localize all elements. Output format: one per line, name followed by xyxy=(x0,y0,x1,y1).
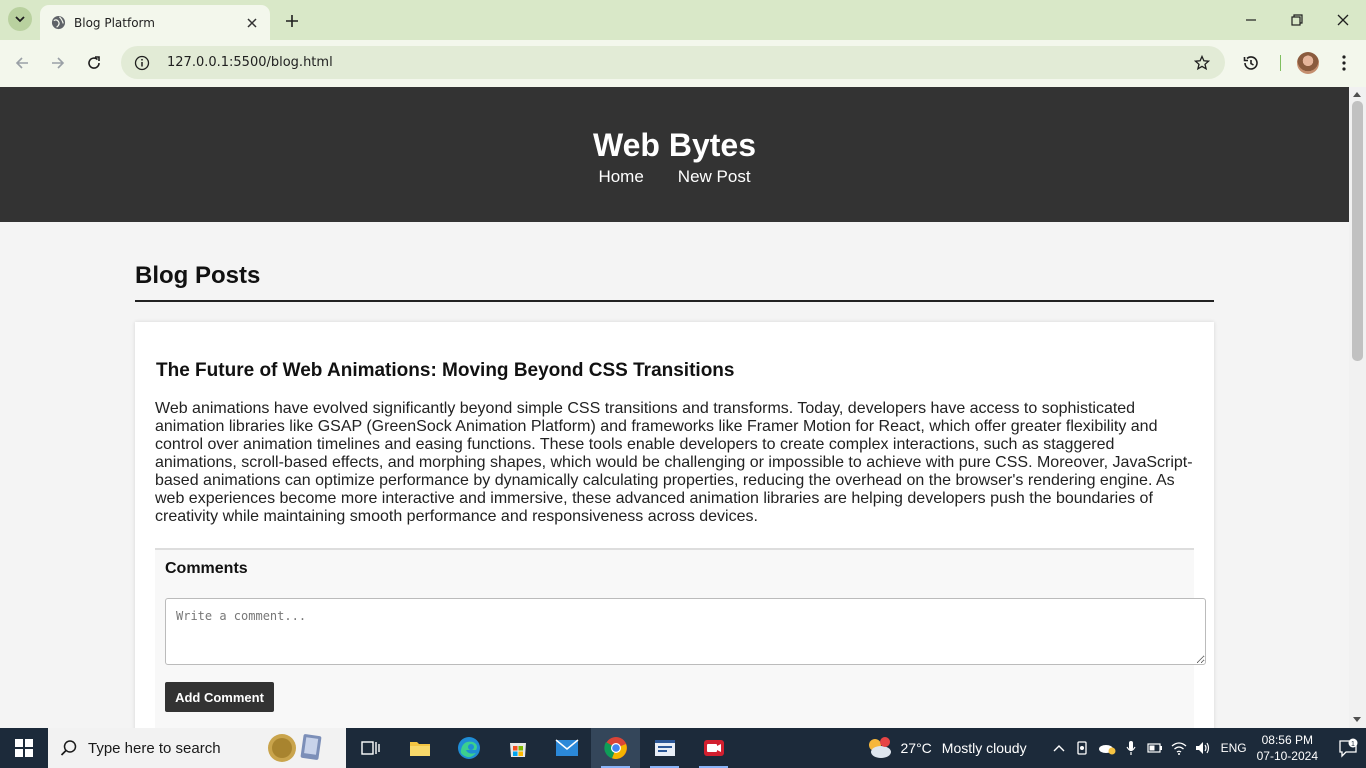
site-title: Web Bytes xyxy=(592,127,756,163)
more-vertical-icon xyxy=(1342,55,1346,71)
section-title: Blog Posts xyxy=(135,262,1214,302)
browser-toolbar: 127.0.0.1:5500/blog.html xyxy=(0,40,1366,87)
arrow-left-icon xyxy=(15,57,28,69)
comments-title: Comments xyxy=(165,560,248,577)
windows-logo-icon xyxy=(15,739,33,757)
close-window-button[interactable] xyxy=(1320,6,1366,34)
history-icon xyxy=(1243,56,1258,70)
edge-icon xyxy=(457,737,480,759)
meet-now-icon[interactable] xyxy=(1071,728,1095,768)
scroll-down-arrow-icon[interactable] xyxy=(1353,717,1361,722)
scrollbar-thumb[interactable] xyxy=(1352,101,1363,361)
task-view-button[interactable] xyxy=(346,728,395,768)
chevron-up-icon xyxy=(1053,745,1065,752)
mail-icon xyxy=(555,739,578,756)
taskbar-mail[interactable] xyxy=(542,728,591,768)
screen-recorder-icon xyxy=(703,740,724,756)
notification-count: 1 xyxy=(1351,741,1355,748)
taskbar-search-placeholder: Type here to search xyxy=(88,739,221,757)
store-icon xyxy=(509,743,526,757)
notification-center-button[interactable]: 1 xyxy=(1330,728,1366,768)
bookmark-star-icon[interactable] xyxy=(1193,54,1211,72)
onedrive-warning-icon[interactable] xyxy=(1095,728,1119,768)
minimize-icon xyxy=(1246,19,1256,21)
browser-menu-button[interactable] xyxy=(1333,52,1355,74)
app-window-icon xyxy=(654,740,675,756)
main-content: Blog Posts The Future of Web Animations:… xyxy=(135,262,1214,728)
show-hidden-icons-button[interactable] xyxy=(1047,728,1071,768)
search-highlight-icon xyxy=(268,734,322,762)
taskbar-store[interactable] xyxy=(493,728,542,768)
search-icon xyxy=(60,740,77,756)
reload-button[interactable] xyxy=(83,52,105,74)
site-header: Web Bytes Home New Post xyxy=(0,87,1349,222)
globe-icon xyxy=(50,15,66,31)
address-bar[interactable]: 127.0.0.1:5500/blog.html xyxy=(121,46,1225,79)
windows-taskbar: Type here to search 27°C Mostly cloudy E… xyxy=(0,728,1366,768)
microphone-icon[interactable] xyxy=(1119,728,1143,768)
post-body: Web animations have evolved significantl… xyxy=(155,400,1193,525)
clock-time: 08:56 PM xyxy=(1261,733,1313,747)
folder-icon xyxy=(409,742,430,756)
taskbar-search-box[interactable]: Type here to search xyxy=(48,728,346,768)
tab-search-button[interactable] xyxy=(8,7,32,31)
taskbar-screen-recorder[interactable] xyxy=(689,728,738,768)
comment-input[interactable] xyxy=(165,598,1206,665)
system-clock[interactable]: 08:56 PM 07-10-2024 xyxy=(1257,732,1318,764)
close-icon xyxy=(1337,14,1349,26)
taskbar-edge[interactable] xyxy=(444,728,493,768)
post-title: The Future of Web Animations: Moving Bey… xyxy=(156,360,735,381)
clock-date: 07-10-2024 xyxy=(1256,749,1318,763)
site-info-icon[interactable] xyxy=(133,54,151,72)
wifi-icon[interactable] xyxy=(1167,728,1191,768)
history-button[interactable] xyxy=(1240,52,1262,74)
battery-icon[interactable] xyxy=(1143,728,1167,768)
taskbar-app-window[interactable] xyxy=(640,728,689,768)
profile-avatar[interactable] xyxy=(1297,52,1319,74)
scroll-up-arrow-icon[interactable] xyxy=(1353,92,1361,97)
reload-icon xyxy=(88,56,100,69)
task-view-icon xyxy=(360,741,380,755)
tab-title: Blog Platform xyxy=(74,15,155,30)
url-text[interactable]: 127.0.0.1:5500/blog.html xyxy=(167,55,1193,70)
taskbar-file-explorer[interactable] xyxy=(395,728,444,768)
taskbar-chrome[interactable] xyxy=(591,728,640,768)
chevron-down-icon xyxy=(15,16,25,23)
forward-button[interactable] xyxy=(47,52,69,74)
close-tab-icon[interactable] xyxy=(244,15,260,31)
comments-section: Comments Add Comment xyxy=(155,548,1206,728)
add-comment-button[interactable]: Add Comment xyxy=(165,682,274,712)
arrow-right-icon xyxy=(52,57,65,69)
start-button[interactable] xyxy=(0,728,48,768)
restore-button[interactable] xyxy=(1274,6,1320,34)
site-nav: Home New Post xyxy=(0,167,1349,187)
restore-icon xyxy=(1291,14,1303,26)
minimize-button[interactable] xyxy=(1228,6,1274,34)
toolbar-divider xyxy=(1280,55,1281,71)
weather-widget[interactable]: 27°C Mostly cloudy xyxy=(865,736,1027,760)
weather-temperature: 27°C xyxy=(900,740,932,756)
plus-icon xyxy=(286,15,298,27)
page-scrollbar[interactable] xyxy=(1349,87,1366,728)
volume-icon[interactable] xyxy=(1191,728,1215,768)
browser-tab-strip: Blog Platform xyxy=(0,0,1366,40)
input-language[interactable]: ENG xyxy=(1221,741,1247,755)
nav-link-home[interactable]: Home xyxy=(598,167,643,187)
back-button[interactable] xyxy=(11,52,33,74)
system-tray: 27°C Mostly cloudy ENG 08:56 PM 07-10-20… xyxy=(865,728,1366,768)
chrome-icon xyxy=(603,737,627,759)
tab-blog-platform[interactable]: Blog Platform xyxy=(40,5,270,40)
notification-icon: 1 xyxy=(1339,738,1358,758)
new-tab-button[interactable] xyxy=(282,11,302,31)
blog-post-card: The Future of Web Animations: Moving Bey… xyxy=(135,322,1214,728)
page-viewport: Web Bytes Home New Post Blog Posts The F… xyxy=(0,87,1349,728)
nav-link-new-post[interactable]: New Post xyxy=(678,167,751,187)
cloudy-weather-icon xyxy=(868,737,891,758)
weather-condition: Mostly cloudy xyxy=(941,740,1027,756)
